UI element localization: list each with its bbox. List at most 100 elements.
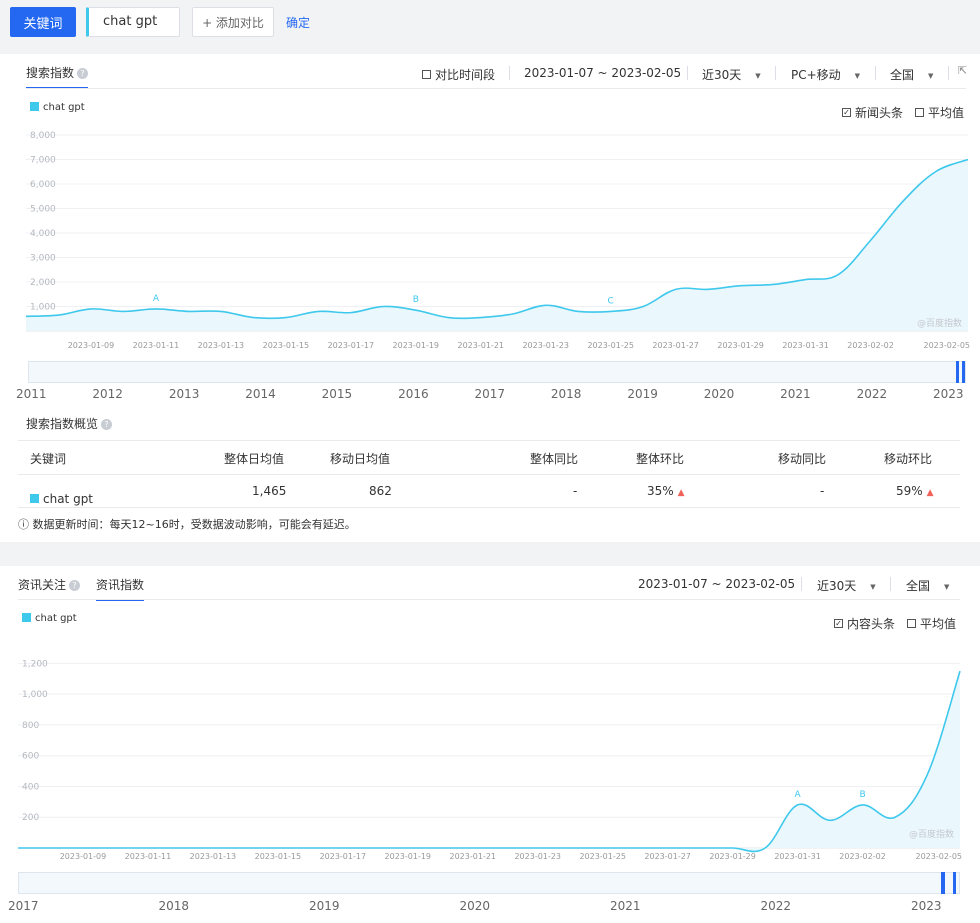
data-point[interactable] [242, 845, 248, 851]
data-point[interactable] [372, 845, 378, 851]
data-point[interactable] [600, 845, 606, 851]
data-point[interactable] [153, 306, 159, 312]
keyword-button[interactable]: 关键词 [10, 7, 76, 37]
event-marker[interactable]: A [153, 294, 160, 304]
data-point[interactable] [827, 817, 833, 823]
date-range-picker[interactable]: 2023-01-07 ~ 2023-02-05 [638, 577, 795, 591]
data-point[interactable] [348, 310, 354, 316]
data-point[interactable] [730, 845, 736, 851]
data-point[interactable] [315, 308, 321, 314]
data-point[interactable] [283, 315, 289, 321]
data-point[interactable] [47, 845, 53, 851]
timeline-year-label: 2015 [321, 387, 353, 401]
slider-handle-right[interactable] [953, 872, 956, 894]
data-point[interactable] [380, 304, 386, 310]
data-point[interactable] [112, 845, 118, 851]
data-point[interactable] [673, 286, 679, 292]
timeline-slider[interactable] [28, 361, 966, 383]
timeline-slider[interactable] [18, 872, 960, 894]
data-point[interactable] [608, 308, 614, 314]
event-marker[interactable]: B [859, 790, 865, 800]
data-point[interactable] [868, 237, 874, 243]
data-point[interactable] [803, 277, 809, 283]
data-point[interactable] [543, 302, 549, 308]
data-point[interactable] [575, 308, 581, 314]
timeline-year-label: 2014 [245, 387, 276, 401]
data-point[interactable] [925, 771, 931, 777]
event-marker[interactable]: C [608, 296, 614, 306]
data-point[interactable] [957, 668, 963, 674]
data-point[interactable] [275, 845, 281, 851]
data-point[interactable] [210, 845, 216, 851]
keyword-input[interactable]: chat gpt [86, 7, 180, 37]
data-point[interactable] [177, 845, 183, 851]
slider-handle-left[interactable] [956, 361, 959, 383]
data-point[interactable] [218, 308, 224, 314]
y-tick-label: 5,000 [30, 205, 56, 215]
data-point[interactable] [510, 311, 516, 317]
data-point[interactable] [892, 814, 898, 820]
tab-news-index[interactable]: 资讯指数 [96, 576, 145, 601]
data-point[interactable] [697, 845, 703, 851]
data-point[interactable] [340, 845, 346, 851]
tab-news-attention[interactable]: 资讯关注? [18, 576, 81, 593]
data-point[interactable] [502, 845, 508, 851]
slider-handle-right[interactable] [962, 361, 965, 383]
data-point[interactable] [900, 198, 906, 204]
event-marker[interactable]: A [795, 790, 802, 800]
data-point[interactable] [795, 802, 801, 808]
compare-period-checkbox[interactable]: 对比时间段 [422, 66, 495, 83]
overview-title-label: 搜索指数概览 [26, 417, 99, 431]
average-checkbox[interactable]: 平均值 [907, 615, 956, 632]
data-point[interactable] [535, 845, 541, 851]
data-point[interactable] [437, 845, 443, 851]
data-point[interactable] [835, 272, 841, 278]
data-point[interactable] [665, 845, 671, 851]
data-point[interactable] [478, 315, 484, 321]
data-point[interactable] [738, 283, 744, 289]
confirm-link[interactable]: 确定 [286, 14, 310, 31]
period-select[interactable]: 近30天 ▼ [702, 66, 761, 83]
data-point[interactable] [470, 845, 476, 851]
data-point[interactable] [55, 312, 61, 318]
help-icon[interactable]: ? [101, 419, 113, 430]
region-select[interactable]: 全国 ▼ [906, 577, 949, 594]
x-tick-label: 2023-01-11 [125, 852, 172, 861]
event-marker[interactable]: B [413, 295, 419, 305]
device-select[interactable]: PC+移动 ▼ [791, 66, 860, 83]
data-point[interactable] [965, 157, 971, 163]
help-icon[interactable]: ? [69, 580, 81, 591]
add-compare-button[interactable]: + 添加对比 [192, 7, 274, 37]
date-range-picker[interactable]: 2023-01-07 ~ 2023-02-05 [524, 66, 681, 80]
data-point[interactable] [120, 308, 126, 314]
data-point[interactable] [567, 845, 573, 851]
average-checkbox[interactable]: 平均值 [915, 104, 964, 121]
data-point[interactable] [15, 845, 21, 851]
data-point[interactable] [405, 845, 411, 851]
average-label: 平均值 [928, 106, 965, 120]
data-point[interactable] [185, 308, 191, 314]
news-headlines-checkbox[interactable]: ✓ 新闻头条 [842, 104, 903, 121]
external-link-icon[interactable]: ⇱ [958, 64, 967, 77]
slider-handle-left[interactable] [941, 872, 945, 894]
help-icon[interactable]: ? [77, 68, 89, 79]
data-point[interactable] [250, 315, 256, 321]
data-point[interactable] [762, 845, 768, 851]
region-select[interactable]: 全国 ▼ [890, 66, 933, 83]
data-point[interactable] [445, 315, 451, 321]
data-point[interactable] [770, 281, 776, 287]
data-point[interactable] [705, 286, 711, 292]
data-point[interactable] [640, 304, 646, 310]
data-point[interactable] [23, 313, 29, 319]
data-point[interactable] [145, 845, 151, 851]
data-point[interactable] [307, 845, 313, 851]
data-point[interactable] [933, 169, 939, 175]
data-point[interactable] [413, 307, 419, 313]
data-point[interactable] [632, 845, 638, 851]
tab-search-index[interactable]: 搜索指数? [26, 64, 89, 89]
content-headlines-checkbox[interactable]: ✓ 内容头条 [834, 615, 895, 632]
period-select[interactable]: 近30天 ▼ [817, 577, 876, 594]
data-point[interactable] [860, 802, 866, 808]
data-point[interactable] [80, 845, 86, 851]
data-point[interactable] [88, 306, 94, 312]
